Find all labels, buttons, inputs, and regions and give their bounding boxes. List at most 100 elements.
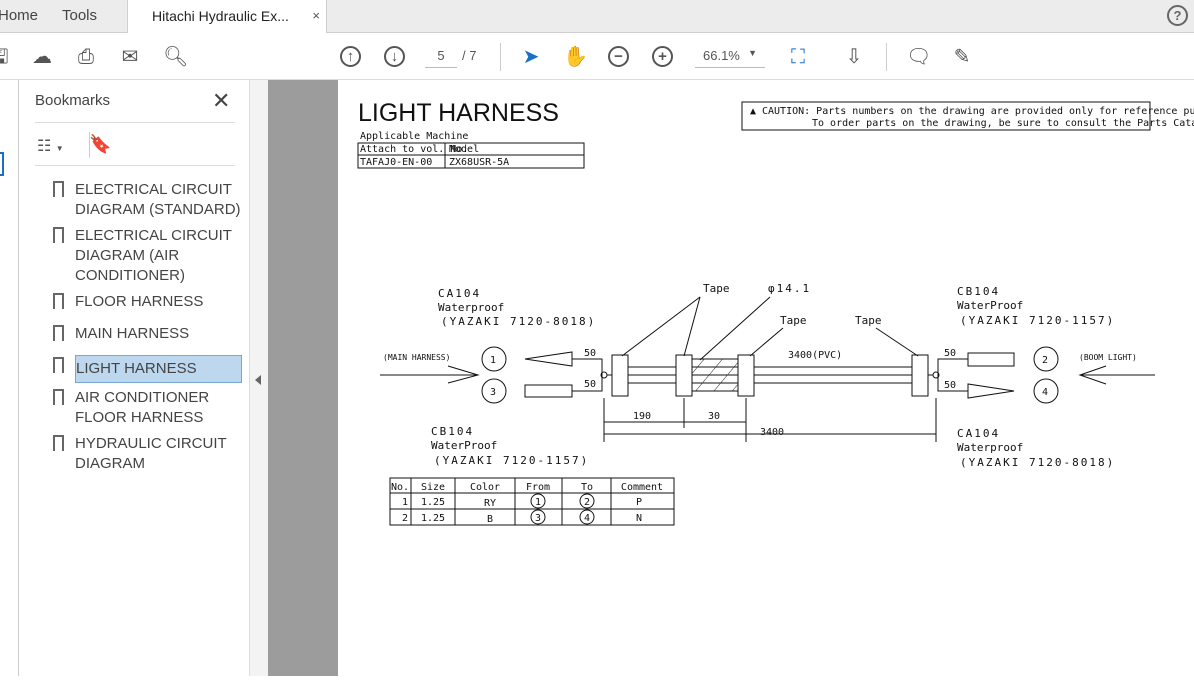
bookmark-icon: [53, 227, 64, 244]
left-rail: [0, 80, 19, 676]
connector-label: CA104: [438, 287, 481, 300]
wire-number: 3: [490, 387, 496, 398]
table-cell: ZX68USR-5A: [449, 157, 509, 168]
bookmark-label: HYDRAULIC CIRCUIT DIAGRAM: [75, 435, 227, 472]
table-cell: 4: [584, 513, 590, 524]
table-header: No.: [391, 482, 409, 493]
tab-tools[interactable]: Tools: [62, 0, 97, 33]
dim-label: 30: [708, 411, 720, 422]
toolbar: 🖫 ☁ ⎙ ✉ 🔍︎ ↑ ↓ 5 / 7 ➤ ✋ − + 66.1%▼ ⛶ ⇩ …: [0, 33, 1194, 80]
connector-label: CB104: [431, 425, 474, 438]
comment-icon[interactable]: 🗨: [906, 45, 931, 69]
tape-label: Tape: [703, 282, 730, 295]
table-header: Model: [449, 144, 479, 155]
caution-text: To order parts on the drawing, be sure t…: [812, 118, 1194, 129]
bookmark-icon: [53, 357, 64, 374]
fit-page-icon[interactable]: ⛶: [786, 45, 810, 69]
select-cursor-icon[interactable]: ➤: [519, 45, 543, 69]
new-bookmark-icon[interactable]: 🔖: [89, 134, 111, 155]
main-harness-label: (MAIN HARNESS): [383, 353, 450, 362]
bookmark-label: FLOOR HARNESS: [75, 293, 204, 310]
bookmark-icon: [53, 293, 64, 310]
table-cell: 2: [584, 497, 590, 508]
close-panel-icon[interactable]: ✕: [212, 88, 230, 114]
bookmarks-rail-icon[interactable]: [0, 152, 4, 176]
table-header: Size: [421, 482, 445, 493]
diameter-label: φ14.1: [768, 282, 811, 295]
bookmark-label: AIR CONDITIONER FLOOR HARNESS: [75, 389, 210, 426]
connector-label: CA104: [957, 427, 1000, 440]
bookmark-icon: [53, 389, 64, 406]
bookmark-label: ELECTRICAL CIRCUIT DIAGRAM (AIR CONDITIO…: [75, 227, 232, 284]
table-cell: 2: [402, 513, 408, 524]
bookmark-label: ELECTRICAL CIRCUIT DIAGRAM (STANDARD): [75, 181, 241, 218]
connector-label: CB104: [957, 285, 1000, 298]
bookmark-label: MAIN HARNESS: [75, 325, 190, 342]
wire-number: 2: [1042, 355, 1048, 366]
zoom-select[interactable]: 66.1% ▼: [695, 48, 765, 68]
wire-number: 1: [490, 355, 496, 366]
dim-label: 50: [584, 348, 596, 359]
print-icon[interactable]: ⎙: [74, 45, 98, 69]
scroll-mode-icon[interactable]: ⇩: [842, 45, 866, 69]
connector-label: WaterProof: [957, 299, 1023, 312]
table-cell: 1: [402, 497, 408, 508]
table-cell: P: [636, 497, 642, 508]
search-icon[interactable]: 🔍︎: [163, 45, 188, 69]
zoom-out-icon[interactable]: −: [608, 46, 629, 67]
dim-label: 3400: [760, 427, 784, 438]
tab-home[interactable]: Home: [0, 0, 38, 33]
applicable-label: Applicable Machine: [360, 131, 468, 142]
close-tab-icon[interactable]: ×: [312, 0, 320, 32]
table-cell: RY: [484, 498, 496, 509]
tape-label: Tape: [855, 314, 882, 327]
table-cell: TAFAJ0-EN-00: [360, 157, 432, 168]
email-icon[interactable]: ✉: [118, 45, 142, 69]
table-cell: B: [487, 514, 493, 525]
bookmark-label: LIGHT HARNESS: [75, 355, 242, 383]
page-number-input[interactable]: 5: [425, 48, 457, 68]
dim-label: 190: [633, 411, 651, 422]
upload-cloud-icon[interactable]: ☁: [30, 45, 54, 69]
boom-light-label: (BOOM LIGHT): [1079, 353, 1137, 362]
zoom-value: 66.1%: [703, 48, 740, 63]
bookmark-options-icon[interactable]: ☷ ▼: [37, 136, 64, 156]
table-cell: 1.25: [421, 513, 445, 524]
tab-document[interactable]: Hitachi Hydraulic Ex... ×: [127, 0, 327, 34]
table-cell: 3: [535, 513, 541, 524]
panel-splitter[interactable]: [249, 80, 268, 676]
connector-label: Waterproof: [957, 441, 1023, 454]
panel-title: Bookmarks: [35, 92, 111, 109]
length-label: 3400(PVC): [788, 350, 842, 361]
collapse-arrow-icon[interactable]: [255, 375, 261, 385]
tab-title: Hitachi Hydraulic Ex...: [152, 8, 289, 24]
table-header: From: [526, 482, 550, 493]
chevron-down-icon: ▼: [748, 48, 757, 58]
table-cell: 1.25: [421, 497, 445, 508]
table-header: Color: [470, 482, 500, 493]
table-cell: 1: [535, 497, 541, 508]
bookmarks-panel: Bookmarks ✕ ☷ ▼ 🔖 ELECTRICAL CIRCUIT DIA…: [19, 80, 249, 676]
dim-label: 50: [944, 380, 956, 391]
page-title: LIGHT HARNESS: [358, 99, 559, 127]
next-page-icon[interactable]: ↓: [384, 46, 405, 67]
pdf-page: LIGHT HARNESS Applicable Machine Attach …: [338, 80, 1194, 676]
connector-label: WaterProof: [431, 439, 497, 452]
previous-page-icon[interactable]: ↑: [340, 46, 361, 67]
harness-drawing: LIGHT HARNESS Applicable Machine Attach …: [357, 99, 1194, 526]
bookmark-icon: [53, 325, 64, 342]
dim-label: 50: [944, 348, 956, 359]
save-icon[interactable]: 🖫: [0, 45, 12, 69]
bookmark-icon: [53, 435, 64, 452]
connector-label: Waterproof: [438, 301, 504, 314]
zoom-in-icon[interactable]: +: [652, 46, 673, 67]
hand-tool-icon[interactable]: ✋: [563, 45, 588, 69]
highlight-pen-icon[interactable]: ✎: [950, 45, 974, 69]
table-cell: N: [636, 513, 642, 524]
connector-label: (YAZAKI 7120-1157): [434, 454, 589, 467]
caution-text: CAUTION: Parts numbers on the drawing ar…: [762, 106, 1194, 117]
help-icon[interactable]: ?: [1167, 5, 1188, 26]
tape-label: Tape: [780, 314, 807, 327]
warning-icon: ▲: [750, 106, 756, 117]
document-background: [268, 80, 338, 676]
